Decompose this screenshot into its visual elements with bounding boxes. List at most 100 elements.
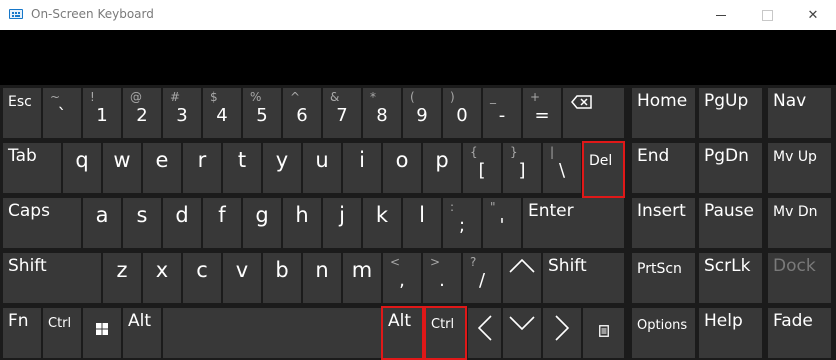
key-f[interactable]: f [203,198,241,248]
key-label: i [359,148,365,172]
key-m[interactable]: m [343,253,381,303]
key-quote[interactable]: " ' [483,198,521,248]
key-j[interactable]: j [323,198,361,248]
key-insert[interactable]: Insert [632,198,695,248]
key-prtscn[interactable]: PrtScn [632,253,695,303]
key-menu[interactable] [583,308,624,358]
key-label: y [275,148,289,172]
key-c[interactable]: c [183,253,221,303]
key-x[interactable]: x [143,253,181,303]
key-arrow-right[interactable] [543,308,581,358]
key-windows[interactable] [83,308,121,358]
key-p[interactable]: p [423,143,461,193]
key-backslash[interactable]: | \ [543,143,581,193]
key-e[interactable]: e [143,143,181,193]
key-end[interactable]: End [632,143,695,193]
key-8[interactable]: * 8 [363,88,401,138]
key-nav[interactable]: Nav [768,88,831,138]
key-label: Alt [128,311,152,331]
key-backspace[interactable] [563,88,624,138]
key-right-bracket[interactable]: }] [503,143,541,193]
key-label: m [351,258,373,282]
key-label: Dock [773,256,816,276]
close-button[interactable]: ✕ [790,0,836,30]
key-fn[interactable]: Fn [3,308,41,358]
key-options[interactable]: Options [632,308,695,358]
key-help[interactable]: Help [699,308,762,358]
key-slash[interactable]: ? / [463,253,501,303]
key-shift-label: + [530,90,541,104]
key-s[interactable]: s [123,198,161,248]
key-7[interactable]: & 7 [323,88,361,138]
key-b[interactable]: b [263,253,301,303]
key-label: Shift [548,256,587,276]
key-t[interactable]: t [223,143,261,193]
key-home[interactable]: Home [632,88,695,138]
key-semicolon[interactable]: :; [443,198,481,248]
key-period[interactable]: >. [423,253,461,303]
key-fade[interactable]: Fade [768,308,831,358]
arrow-right-icon [543,308,581,358]
key-w[interactable]: w [103,143,141,193]
backspace-icon [563,88,624,138]
key-2[interactable]: @2 [123,88,161,138]
key-comma[interactable]: <, [383,253,421,303]
key-o[interactable]: o [383,143,421,193]
key-label: ] [518,160,526,181]
key-1[interactable]: ! 1 [83,88,121,138]
key-n[interactable]: n [303,253,341,303]
key-shift-left[interactable]: Shift [3,253,101,303]
key-left-bracket[interactable]: {[ [463,143,501,193]
key-q[interactable]: q [63,143,101,193]
key-pgdn[interactable]: PgDn [699,143,762,193]
key-u[interactable]: u [303,143,341,193]
key-k[interactable]: k [363,198,401,248]
key-d[interactable]: d [163,198,201,248]
key-y[interactable]: y [263,143,301,193]
key-pgup[interactable]: PgUp [699,88,762,138]
key-esc[interactable]: Esc [3,88,41,138]
key-5[interactable]: % 5 [243,88,281,138]
key-arrow-left[interactable] [468,308,501,358]
key-3[interactable]: #3 [163,88,201,138]
key-label: ; [458,215,466,236]
key-0[interactable]: ) 0 [443,88,481,138]
key-label: Fn [8,311,29,331]
key-shift-label: * [370,90,376,104]
key-minus[interactable]: _ - [483,88,521,138]
key-alt-left[interactable]: Alt [123,308,161,358]
key-caps[interactable]: Caps [3,198,81,248]
key-ctrl-right[interactable]: Ctrl [424,306,467,360]
key-v[interactable]: v [223,253,261,303]
key-z[interactable]: z [103,253,141,303]
key-ctrl-left[interactable]: Ctrl [43,308,81,358]
minimize-button[interactable] [698,0,744,30]
key-alt-right[interactable]: Alt [381,306,424,360]
key-4[interactable]: $4 [203,88,241,138]
key-h[interactable]: h [283,198,321,248]
key-label: j [339,203,345,227]
key-arrow-up[interactable] [503,253,541,303]
key-a[interactable]: a [83,198,121,248]
key-r[interactable]: r [183,143,221,193]
key-shift-right[interactable]: Shift [543,253,624,303]
key-9[interactable]: (9 [403,88,441,138]
key-label: PgDn [704,146,749,166]
key-equals[interactable]: + = [523,88,561,138]
key-move-up[interactable]: Mv Up [768,143,831,193]
key-space[interactable] [163,308,381,358]
key-backtick[interactable]: ~ ` [43,88,81,138]
key-arrow-down[interactable] [503,308,541,358]
key-enter[interactable]: Enter [523,198,624,248]
key-label: Esc [8,94,32,110]
key-i[interactable]: i [343,143,381,193]
key-del[interactable]: Del [582,141,625,198]
key-6[interactable]: ^ 6 [283,88,321,138]
key-scrlk[interactable]: ScrLk [699,253,762,303]
key-l[interactable]: l [403,198,441,248]
key-pause[interactable]: Pause [699,198,762,248]
key-label: x [155,258,169,282]
key-tab[interactable]: Tab [3,143,61,193]
key-move-down[interactable]: Mv Dn [768,198,831,248]
key-g[interactable]: g [243,198,281,248]
